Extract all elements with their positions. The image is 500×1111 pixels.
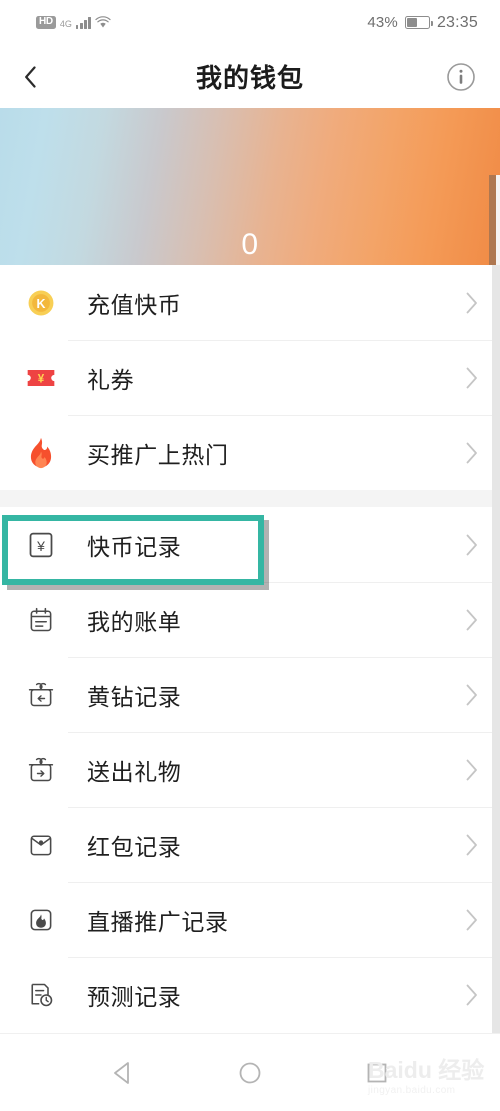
balance-amount: 0	[241, 228, 259, 261]
forecast-clock-icon	[21, 975, 61, 1015]
android-navigation-bar: Baidu 经验 jingyan.baidu.com	[0, 1033, 500, 1111]
list-item-label: 我的账单	[87, 608, 182, 635]
chevron-right-icon	[466, 442, 477, 463]
list-item-live-promo-records[interactable]: 直播推广记录	[0, 882, 500, 957]
chevron-right-icon	[466, 909, 477, 930]
list-item-promotion[interactable]: 买推广上热门	[0, 415, 500, 490]
battery-percent-label: 43%	[367, 14, 398, 31]
svg-text:¥: ¥	[38, 373, 45, 385]
battery-icon	[404, 16, 433, 29]
promo-flame-box-icon	[21, 900, 61, 940]
wallet-balance-banner: 0	[0, 108, 500, 265]
gift-out-icon	[21, 750, 61, 790]
chevron-left-icon	[25, 65, 36, 88]
nav-home-circle-icon	[239, 1062, 261, 1083]
chevron-right-icon	[466, 292, 477, 313]
list-item-my-bill[interactable]: 我的账单	[0, 582, 500, 657]
calendar-bill-icon	[21, 600, 61, 640]
nav-recents-square-icon	[367, 1063, 387, 1082]
list-item-label: 买推广上热门	[87, 441, 229, 468]
svg-text:K: K	[37, 296, 46, 310]
nav-home-button[interactable]	[228, 1051, 272, 1095]
nav-back-triangle-icon	[114, 1061, 130, 1084]
phone-screen: HD 4G 43% 23:35 我的钱包 0 K 充值快币 ¥ 礼券 买推广上热…	[0, 0, 500, 1111]
nav-recents-button[interactable]	[355, 1051, 399, 1095]
status-bar: HD 4G 43% 23:35	[0, 0, 500, 45]
flame-icon	[21, 433, 61, 473]
list-item-diamond-records[interactable]: 黄钻记录	[0, 657, 500, 732]
list-item-recharge[interactable]: K 充值快币	[0, 265, 500, 340]
status-bar-left: HD 4G	[36, 16, 111, 29]
list-item-label: 礼券	[87, 366, 135, 393]
chevron-right-icon	[466, 684, 477, 705]
yen-box-icon: ¥	[21, 525, 61, 565]
list-item-label: 直播推广记录	[87, 908, 229, 935]
list-item-coupon[interactable]: ¥ 礼券	[0, 340, 500, 415]
list-item-forecast-records[interactable]: 预测记录	[0, 957, 500, 1032]
coin-k-icon: K	[21, 283, 61, 323]
info-button[interactable]	[446, 62, 476, 92]
wallet-menu-list: K 充值快币 ¥ 礼券 买推广上热门 ¥ 快币记录 我的账单 黄钻记录 送出礼物…	[0, 265, 500, 1033]
signal-bars-icon	[75, 16, 91, 29]
list-item-label: 红包记录	[87, 833, 182, 860]
menu-section-records: ¥ 快币记录 我的账单 黄钻记录 送出礼物 红包记录 直播推广记录 预测记录	[0, 507, 500, 1032]
list-item-label: 黄钻记录	[87, 683, 182, 710]
list-item-coin-records[interactable]: ¥ 快币记录	[0, 507, 500, 585]
clock-label: 23:35	[436, 13, 478, 31]
page-title: 我的钱包	[195, 63, 304, 93]
list-item-label: 送出礼物	[87, 758, 182, 785]
list-item-label: 充值快币	[87, 291, 182, 318]
chevron-right-icon	[466, 534, 477, 555]
nav-back-button[interactable]	[101, 1051, 145, 1095]
menu-section-primary: K 充值快币 ¥ 礼券 买推广上热门	[0, 265, 500, 490]
back-button[interactable]	[24, 60, 58, 94]
chevron-right-icon	[466, 834, 477, 855]
app-header: 我的钱包	[0, 45, 500, 108]
gift-in-icon	[21, 675, 61, 715]
chevron-right-icon	[466, 609, 477, 630]
chevron-right-icon	[466, 759, 477, 780]
network-type-label: 4G	[59, 19, 72, 29]
info-circle-icon	[447, 62, 475, 91]
ticket-yen-icon: ¥	[21, 358, 61, 398]
scrollbar[interactable]	[492, 265, 500, 1033]
hd-icon: HD	[36, 16, 56, 29]
red-envelope-icon	[21, 825, 61, 865]
list-item-label: 快币记录	[87, 533, 182, 560]
list-item-label: 预测记录	[87, 983, 182, 1010]
list-item-sent-gifts[interactable]: 送出礼物	[0, 732, 500, 807]
status-bar-right: 43% 23:35	[367, 14, 478, 32]
section-divider	[0, 490, 500, 507]
chevron-right-icon	[466, 367, 477, 388]
chevron-right-icon	[466, 984, 477, 1005]
wifi-icon	[95, 16, 111, 28]
list-item-red-envelope-records[interactable]: 红包记录	[0, 807, 500, 882]
svg-text:¥: ¥	[36, 538, 45, 554]
